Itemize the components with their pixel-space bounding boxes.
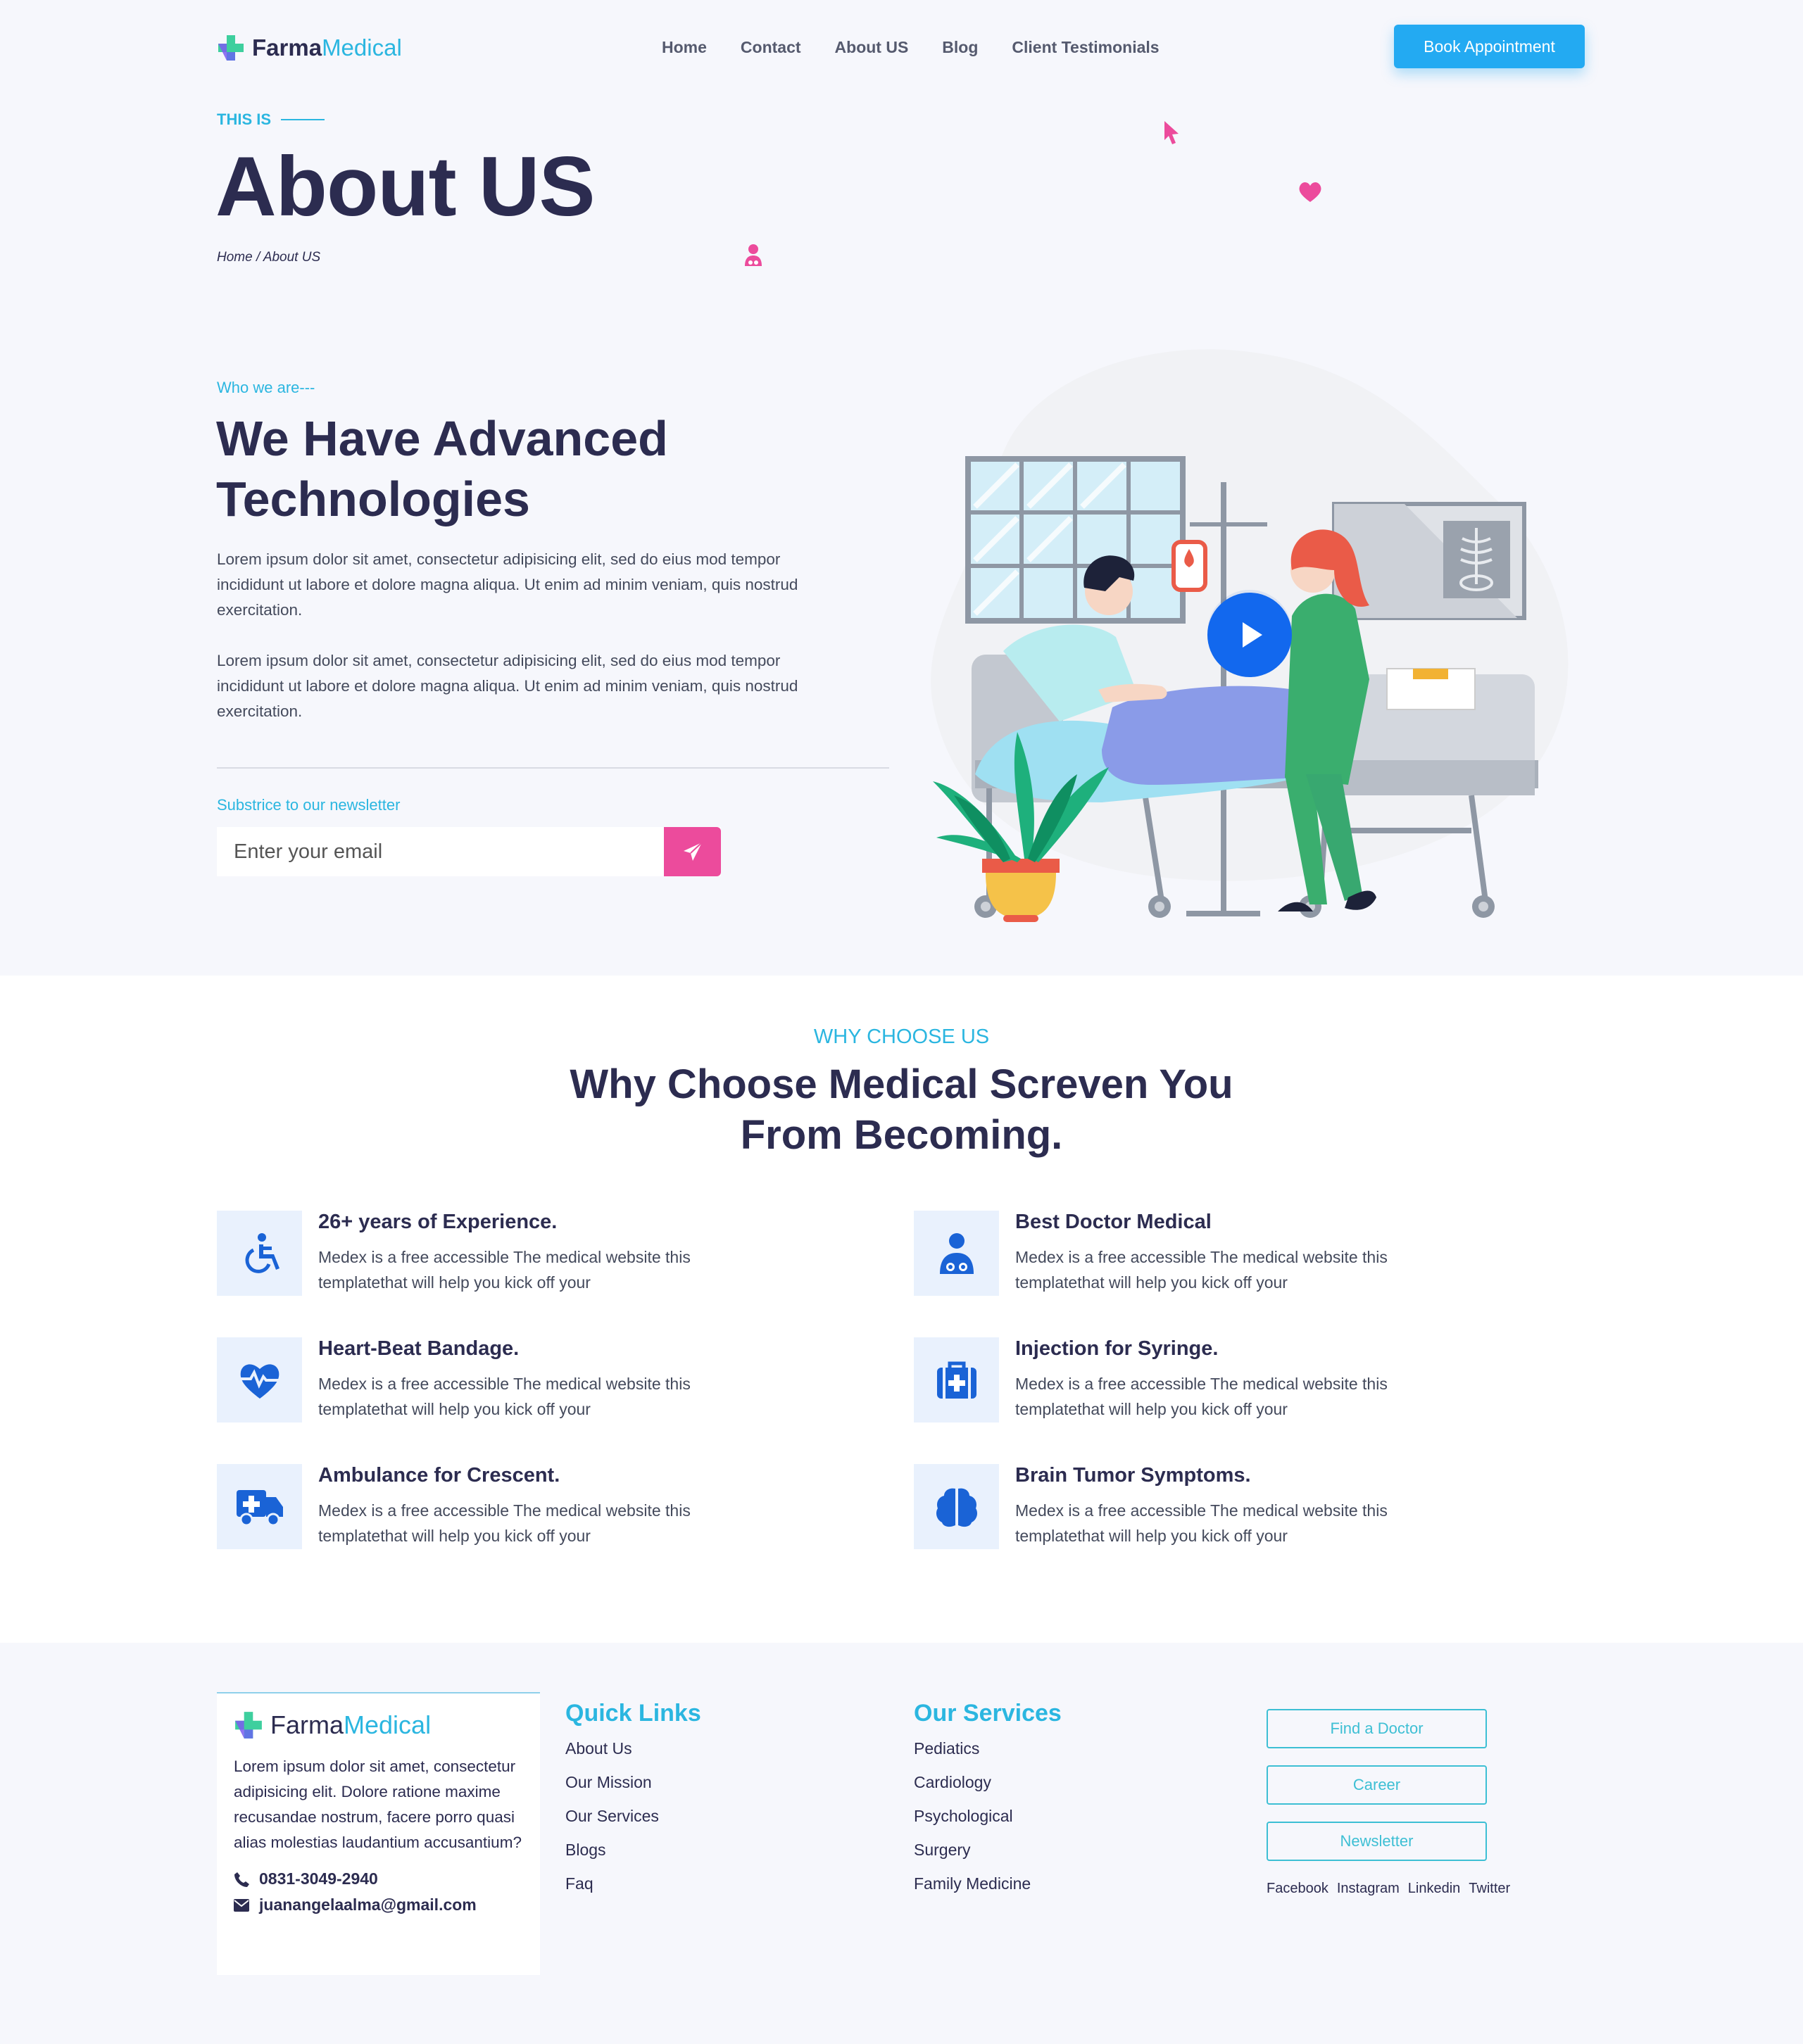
- footer-logo-accent: Medical: [344, 1710, 432, 1739]
- find-doctor-button[interactable]: Find a Doctor: [1267, 1709, 1487, 1748]
- nav-blog[interactable]: Blog: [942, 38, 978, 57]
- footer-link-blogs[interactable]: Blogs: [565, 1833, 701, 1867]
- social-twitter[interactable]: Twitter: [1469, 1881, 1510, 1897]
- why-kicker: WHY CHOOSE US: [813, 1026, 990, 1048]
- feature-icon-box: [914, 1464, 999, 1549]
- career-button[interactable]: Career: [1267, 1765, 1487, 1805]
- social-instagram[interactable]: Instagram: [1337, 1881, 1400, 1897]
- feature-desc-experience: Medex is a free accessible The medical w…: [318, 1248, 691, 1292]
- phone-icon: [234, 1872, 249, 1887]
- newsletter-form: [217, 827, 721, 876]
- book-appointment-button[interactable]: Book Appointment: [1394, 25, 1585, 68]
- social-linkedin[interactable]: Linkedin: [1408, 1881, 1461, 1897]
- nav-contact[interactable]: Contact: [741, 38, 801, 57]
- service-link-cardiology[interactable]: Cardiology: [914, 1765, 1062, 1799]
- service-link-surgery[interactable]: Surgery: [914, 1833, 1062, 1867]
- footer-about-text: Lorem ipsum dolor sit amet, consectetur …: [234, 1758, 522, 1851]
- footer-link-faq[interactable]: Faq: [565, 1867, 701, 1900]
- page-title: About US: [215, 139, 596, 234]
- footer-link-services[interactable]: Our Services: [565, 1799, 701, 1833]
- footer-link-about[interactable]: About Us: [565, 1731, 701, 1765]
- footer-logo[interactable]: FarmaMedical: [234, 1710, 523, 1740]
- about-paragraph-1: Lorem ipsum dolor sit amet, consectetur …: [217, 550, 798, 619]
- cross-logo-icon: [218, 35, 244, 61]
- nav-home[interactable]: Home: [662, 38, 707, 57]
- feature-desc-ambulance: Medex is a free accessible The medical w…: [318, 1501, 691, 1545]
- logo-text-primary: Farma: [252, 34, 322, 61]
- service-link-psychological[interactable]: Psychological: [914, 1799, 1062, 1833]
- services-column: Our Services Pediatics Cardiology Psycho…: [914, 1700, 1062, 1900]
- medkit-icon: [936, 1361, 976, 1399]
- about-divider: [217, 767, 889, 769]
- ambulance-icon: [236, 1489, 283, 1526]
- play-icon: [1207, 593, 1292, 677]
- heart-deco-icon: [1299, 182, 1321, 202]
- feature-icon-box: [217, 1464, 302, 1549]
- footer-link-mission[interactable]: Our Mission: [565, 1765, 701, 1799]
- feature-title-heartbeat: Heart-Beat Bandage.: [318, 1337, 520, 1360]
- video-play-button[interactable]: [1207, 593, 1292, 677]
- feature-icon-box: [914, 1337, 999, 1422]
- footer-phone-text: 0831-3049-2940: [259, 1869, 378, 1888]
- footer-logo-primary: Farma: [270, 1710, 344, 1739]
- breadcrumb[interactable]: Home / About US: [217, 250, 320, 265]
- doctor-deco-icon: [745, 244, 762, 266]
- footer-email[interactable]: juanangelaalma@gmail.com: [234, 1895, 523, 1914]
- about-title: We Have Advanced Technologies: [216, 408, 668, 529]
- subscribe-button[interactable]: [664, 827, 721, 876]
- site-logo[interactable]: FarmaMedical: [217, 34, 402, 62]
- feature-desc-syringe: Medex is a free accessible The medical w…: [1015, 1375, 1388, 1418]
- about-title-line2: Technologies: [216, 472, 530, 526]
- feature-desc-brain: Medex is a free accessible The medical w…: [1015, 1501, 1388, 1545]
- nav-testimonials[interactable]: Client Testimonials: [1012, 38, 1159, 57]
- send-icon: [683, 842, 703, 861]
- kicker-divider: [281, 119, 325, 120]
- feature-icon-box: [914, 1211, 999, 1296]
- nav-about[interactable]: About US: [835, 38, 909, 57]
- why-title-line2: From Becoming.: [740, 1112, 1063, 1158]
- feature-title-doctor: Best Doctor Medical: [1015, 1211, 1212, 1233]
- footer-email-text: juanangelaalma@gmail.com: [259, 1895, 477, 1914]
- heartbeat-icon: [240, 1363, 279, 1399]
- newsletter-button[interactable]: Newsletter: [1267, 1822, 1487, 1861]
- service-link-family-medicine[interactable]: Family Medicine: [914, 1867, 1062, 1900]
- social-facebook[interactable]: Facebook: [1267, 1881, 1328, 1897]
- about-kicker: Who we are---: [217, 379, 315, 396]
- about-title-line1: We Have Advanced: [216, 411, 668, 466]
- newsletter-label: Substrice to our newsletter: [217, 796, 401, 814]
- feature-title-syringe: Injection for Syringe.: [1015, 1337, 1219, 1360]
- footer-phone[interactable]: 0831-3049-2940: [234, 1869, 523, 1888]
- feature-desc-heartbeat: Medex is a free accessible The medical w…: [318, 1375, 691, 1418]
- quick-links-title: Quick Links: [565, 1700, 701, 1727]
- feature-title-ambulance: Ambulance for Crescent.: [318, 1464, 560, 1487]
- about-paragraph-2: Lorem ipsum dolor sit amet, consectetur …: [217, 652, 798, 720]
- hero-kicker-text: THIS IS: [217, 111, 272, 128]
- social-links: Facebook Instagram Linkedin Twitter: [1267, 1881, 1510, 1897]
- mail-icon: [234, 1898, 249, 1912]
- doctor-icon: [939, 1232, 974, 1274]
- cursor-deco-icon: [1164, 121, 1179, 144]
- why-title: Why Choose Medical Screven You From Beco…: [0, 1059, 1803, 1161]
- brain-icon: [936, 1488, 977, 1527]
- main-nav: Home Contact About US Blog Client Testim…: [662, 38, 1160, 57]
- feature-icon-box: [217, 1337, 302, 1422]
- wheelchair-icon: [245, 1232, 279, 1273]
- feature-title-brain: Brain Tumor Symptoms.: [1015, 1464, 1251, 1487]
- hero-kicker: THIS IS: [217, 111, 325, 129]
- cross-logo-icon: [235, 1712, 262, 1739]
- logo-text-accent: Medical: [322, 34, 402, 61]
- quick-links-column: Quick Links About Us Our Mission Our Ser…: [565, 1700, 701, 1900]
- footer-about-card: FarmaMedical Lorem ipsum dolor sit amet,…: [217, 1692, 540, 1975]
- service-link-pediatics[interactable]: Pediatics: [914, 1731, 1062, 1765]
- email-input[interactable]: [217, 827, 664, 876]
- why-title-line1: Why Choose Medical Screven You: [570, 1061, 1233, 1107]
- feature-title-experience: 26+ years of Experience.: [318, 1211, 558, 1233]
- services-title: Our Services: [914, 1700, 1062, 1727]
- feature-desc-doctor: Medex is a free accessible The medical w…: [1015, 1248, 1388, 1292]
- feature-icon-box: [217, 1211, 302, 1296]
